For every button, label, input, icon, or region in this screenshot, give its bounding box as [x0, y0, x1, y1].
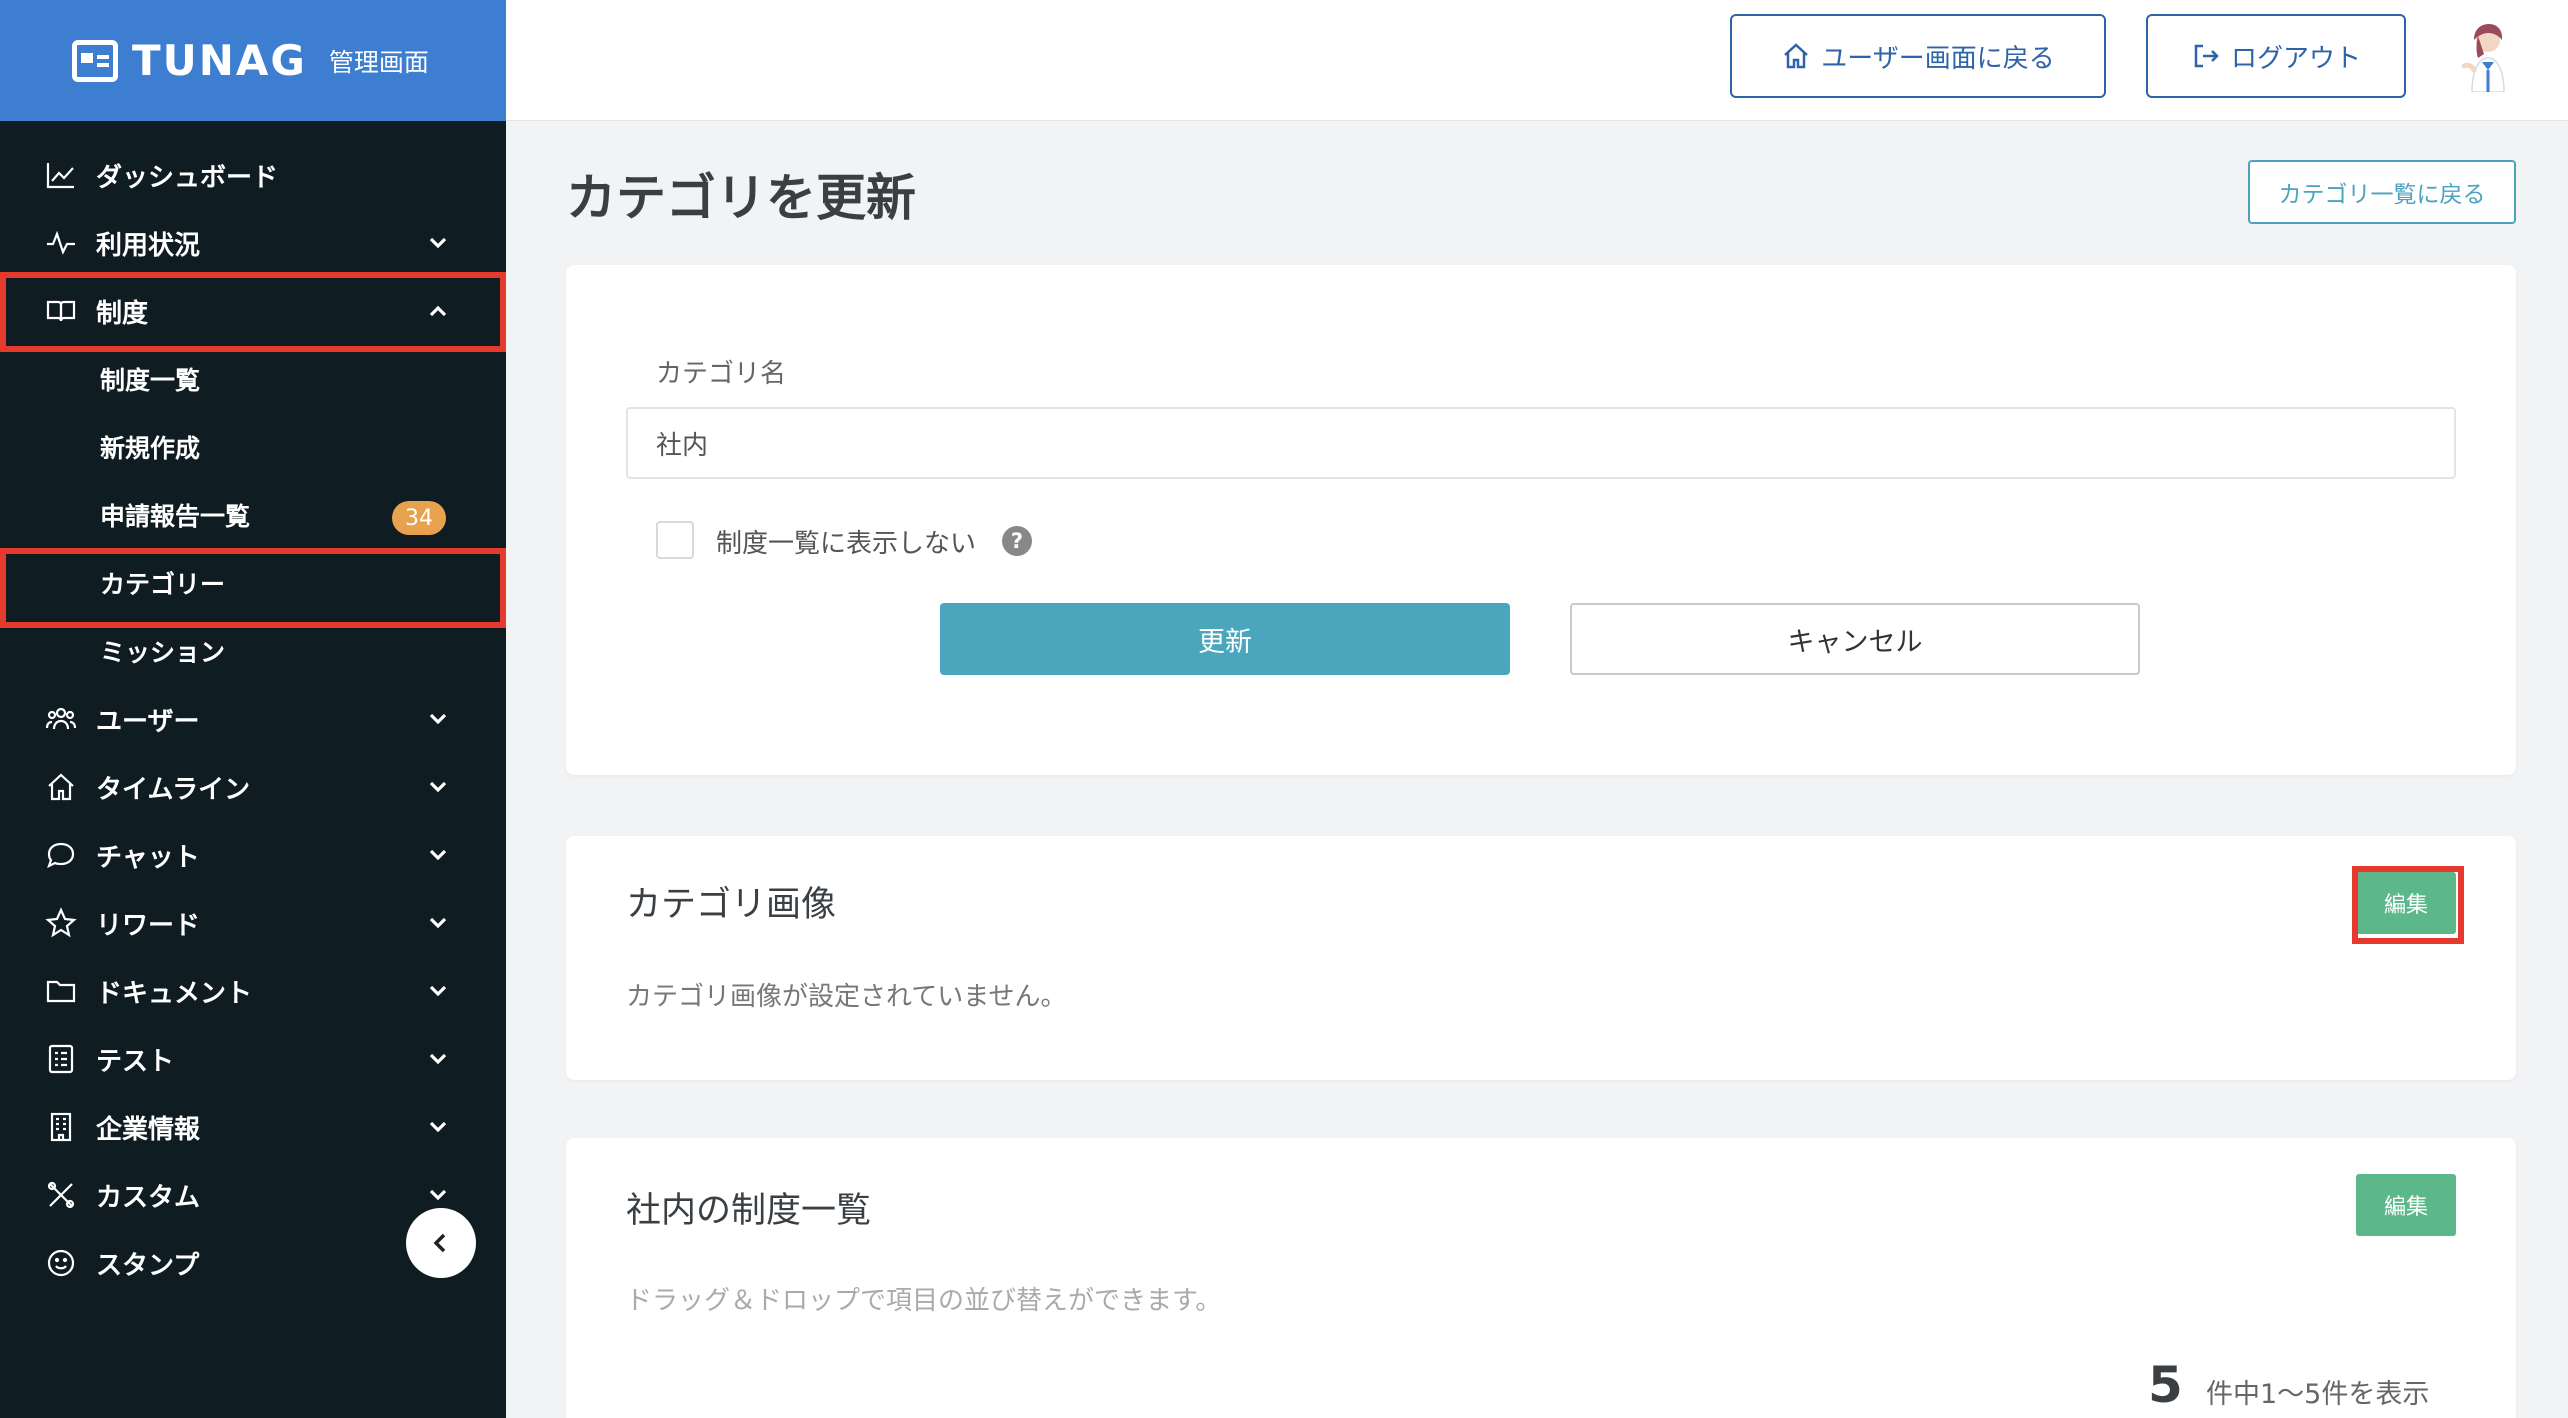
users-icon [44, 702, 78, 736]
chevron-down-icon [424, 1181, 452, 1209]
sidebar-item-label: ドキュメント [96, 978, 253, 1009]
no-image-message: カテゴリ画像が設定されていません。 [626, 982, 1067, 1012]
hide-from-list-checkbox[interactable] [656, 521, 694, 559]
building-icon [44, 1110, 78, 1144]
sidebar-subitem-label: ミッション [100, 638, 226, 667]
sidebar-item-label: チャット [96, 842, 200, 873]
sidebar-subitem-label: 申請報告一覧 [100, 502, 251, 531]
sidebar-item-label: ダッシュボード [96, 162, 279, 193]
sidebar-item-timeline[interactable]: タイムライン [0, 753, 506, 821]
category-image-card: カテゴリ画像 編集 カテゴリ画像が設定されていません。 [566, 836, 2516, 1080]
smile-icon [44, 1246, 78, 1280]
home-icon [1784, 43, 1809, 69]
hide-from-list-label: 制度一覧に表示しない [716, 529, 977, 559]
cancel-button[interactable]: キャンセル [1570, 603, 2140, 675]
sidebar-item-company[interactable]: 企業情報 [0, 1093, 506, 1161]
brand-subtitle: 管理画面 [328, 47, 429, 77]
activity-icon [44, 226, 78, 260]
sidebar-item-dashboard[interactable]: ダッシュボード [0, 141, 506, 209]
sidebar-item-reward[interactable]: リワード [0, 889, 506, 957]
category-name-input[interactable] [626, 407, 2456, 479]
chevron-down-icon [424, 909, 452, 937]
sidebar-item-document[interactable]: ドキュメント [0, 957, 506, 1025]
logout-icon [2194, 44, 2219, 68]
chat-bubble-icon [44, 838, 78, 872]
system-list-card: 社内の制度一覧 編集 ドラッグ＆ドロップで項目の並び替えができます。 5 件中1… [566, 1138, 2516, 1418]
back-to-category-list-button[interactable]: カテゴリ一覧に戻る [2248, 160, 2516, 224]
chevron-left-icon [433, 1233, 446, 1253]
star-icon [44, 906, 78, 940]
chevron-down-icon [424, 977, 452, 1005]
page-title: カテゴリを更新 [566, 169, 916, 227]
sidebar-item-users[interactable]: ユーザー [0, 685, 506, 753]
sidebar-subitem-label: 新規作成 [100, 434, 201, 463]
sidebar-item-label: 企業情報 [96, 1114, 201, 1145]
count-badge: 34 [392, 501, 446, 535]
category-image-title: カテゴリ画像 [626, 885, 837, 925]
tools-icon [44, 1178, 78, 1212]
sidebar-subitem-new[interactable]: 新規作成 [0, 413, 506, 481]
chevron-down-icon [424, 841, 452, 869]
sidebar-item-label: リワード [96, 910, 201, 941]
chevron-down-icon [424, 705, 452, 733]
logout-button[interactable]: ログアウト [2146, 14, 2406, 98]
sidebar-item-chat[interactable]: チャット [0, 821, 506, 889]
sidebar-subitem-reports[interactable]: 申請報告一覧 34 [0, 481, 506, 549]
category-form-card: カテゴリ名 制度一覧に表示しない ? 更新 キャンセル [566, 265, 2516, 775]
chevron-down-icon [424, 1113, 452, 1141]
user-avatar-icon [2461, 24, 2505, 93]
sidebar-collapse-button[interactable] [406, 1208, 476, 1278]
tunag-logo-icon [72, 39, 118, 82]
help-icon[interactable]: ? [1002, 526, 1032, 556]
brand-logo[interactable]: TUNAG 管理画面 [0, 0, 506, 121]
avatar[interactable] [2452, 22, 2522, 93]
logout-label: ログアウト [2230, 43, 2361, 74]
sidebar: TUNAG 管理画面 ダッシュボード 利用状況 制度 制度一覧 新規作成 申請報… [0, 0, 506, 1418]
highlight-frame-edit [2352, 866, 2464, 944]
chevron-down-icon [424, 229, 452, 257]
user-screen-label: ユーザー画面に戻る [1821, 43, 2055, 74]
chevron-down-icon [424, 1045, 452, 1073]
chevron-down-icon [424, 773, 452, 801]
highlight-frame-system [0, 272, 506, 352]
checklist-icon [44, 1042, 78, 1076]
sidebar-item-usage[interactable]: 利用状況 [0, 209, 506, 277]
highlight-frame-category [0, 548, 506, 628]
drag-drop-hint: ドラッグ＆ドロップで項目の並び替えができます。 [626, 1286, 1222, 1316]
edit-list-button[interactable]: 編集 [2356, 1174, 2456, 1236]
sidebar-item-label: 利用状況 [96, 230, 201, 261]
sidebar-item-label: スタンプ [96, 1250, 200, 1281]
total-count: 5 [2148, 1356, 2183, 1414]
update-button[interactable]: 更新 [940, 603, 1510, 675]
sidebar-item-label: テスト [96, 1046, 175, 1077]
system-list-title: 社内の制度一覧 [626, 1191, 872, 1231]
sidebar-item-test[interactable]: テスト [0, 1025, 506, 1093]
chart-icon [44, 158, 78, 192]
sidebar-item-label: タイムライン [96, 774, 251, 805]
sidebar-item-label: ユーザー [96, 706, 200, 737]
brand-name: TUNAG [132, 36, 307, 85]
folder-icon [44, 974, 78, 1008]
sidebar-subitem-label: 制度一覧 [100, 366, 201, 395]
sidebar-subitem-system-list[interactable]: 制度一覧 [0, 345, 506, 413]
sidebar-item-label: カスタム [96, 1182, 201, 1213]
range-text: 件中1〜5件を表示 [2206, 1379, 2430, 1410]
user-screen-button[interactable]: ユーザー画面に戻る [1730, 14, 2106, 98]
home-icon [44, 770, 78, 804]
category-name-label: カテゴリ名 [656, 359, 787, 389]
